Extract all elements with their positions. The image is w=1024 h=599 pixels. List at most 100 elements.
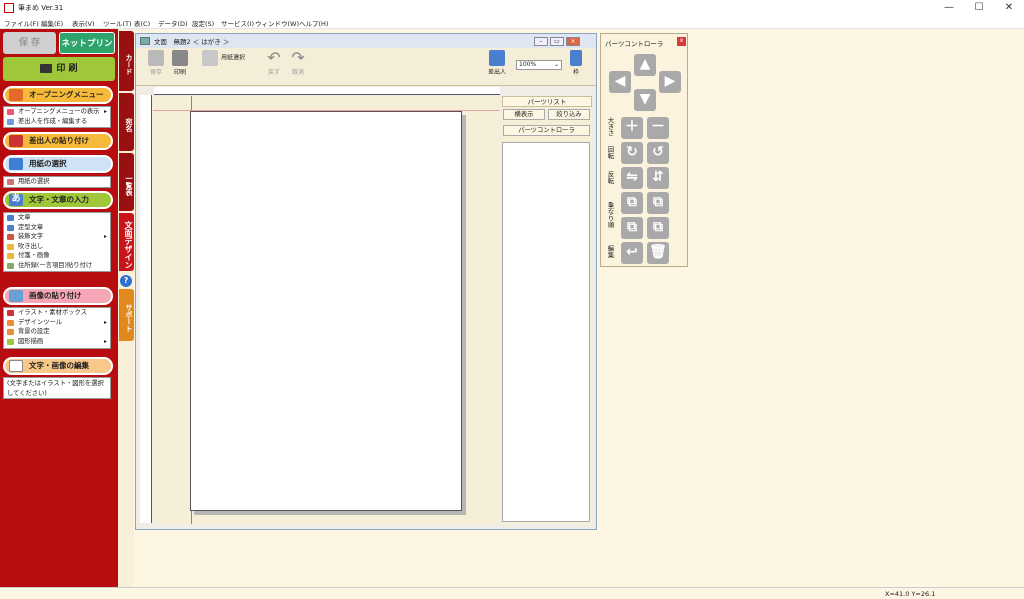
sender-section[interactable]: 差出人の貼り付け — [3, 132, 113, 150]
send-back-button[interactable]: ⧉ — [647, 217, 669, 239]
sender-label: 差出人 — [487, 69, 506, 76]
move-left-button[interactable]: ◀ — [609, 71, 631, 93]
sender-paste-icon — [9, 135, 23, 147]
list-item[interactable]: 住所録(一言項目)貼り付け — [4, 261, 110, 271]
parts-list-box[interactable] — [502, 142, 590, 522]
doc-close-button[interactable]: × — [566, 37, 580, 46]
text-section[interactable]: あ 文字・文章の入力 — [3, 191, 113, 209]
image-icon — [9, 290, 23, 302]
move-right-button[interactable]: ▶ — [659, 71, 681, 93]
list-item-label: オープニングメニューの表示 — [18, 108, 100, 115]
shrink-button[interactable]: － — [647, 117, 669, 139]
doc-print-button[interactable]: 印刷 — [170, 50, 190, 76]
doc-restore-button[interactable]: ▭ — [550, 37, 564, 46]
move-down-button[interactable]: ▼ — [634, 89, 656, 111]
show-all-button[interactable]: 横表示 — [503, 109, 545, 120]
bring-front-button[interactable]: ⧉ — [621, 192, 643, 214]
list-item-label: 差出人を作成・編集する — [18, 117, 88, 125]
list-item[interactable]: 背景の設定 — [4, 327, 110, 337]
list-item[interactable]: 差出人を作成・編集する — [4, 117, 110, 127]
paper-select-button[interactable]: 用紙選択 — [202, 50, 254, 66]
paper-section[interactable]: 用紙の選択 — [3, 155, 113, 173]
window-title: 筆まめ Ver.31 — [18, 4, 64, 12]
list-item[interactable]: 図形描画 ▸ — [4, 337, 110, 347]
rotate-ccw-button[interactable]: ↺ — [647, 142, 669, 164]
list-item[interactable]: 吹き出し — [4, 242, 110, 252]
tab-address[interactable]: 宛名 — [119, 93, 134, 151]
edit-undo-button[interactable]: ↩ — [621, 242, 643, 264]
menu-bar: ファイル(F) 編集(E) 表示(V) ツール(T) 表(C) データ(D) 設… — [0, 17, 1024, 29]
image-section-title: 画像の貼り付け — [29, 291, 82, 300]
edit-section[interactable]: 文字・画像の編集 — [3, 357, 113, 375]
list-item[interactable]: オープニングメニューの表示 ▸ — [4, 107, 110, 117]
redo-button[interactable]: ↷ 取消 — [288, 50, 308, 77]
send-backward-button[interactable]: ⧉ — [621, 217, 643, 239]
list-item-label: 用紙の選択 — [18, 178, 50, 185]
doc-save-button[interactable]: 保存 — [146, 50, 166, 76]
list-item[interactable]: デザインツール ▸ — [4, 318, 110, 328]
paper-select-label: 用紙選択 — [221, 54, 246, 62]
move-up-button[interactable]: ▲ — [634, 54, 656, 76]
edit-label: 編集 — [606, 245, 614, 258]
undo-button[interactable]: ↶ 戻す — [264, 50, 284, 77]
image-section[interactable]: 画像の貼り付け — [3, 287, 113, 305]
balloon-icon — [7, 243, 14, 250]
help-icon[interactable]: ? — [120, 275, 132, 287]
printer-icon — [40, 64, 53, 73]
bring-front-icon: ⧉ — [627, 194, 637, 210]
redo-label: 取消 — [291, 69, 304, 76]
menu-file[interactable]: ファイル(F) — [4, 18, 39, 28]
list-item[interactable]: 用紙の選択 — [4, 177, 110, 187]
delete-button[interactable]: 🗑 — [647, 242, 669, 264]
frame-label: 枠 — [572, 69, 579, 76]
minus-icon: － — [651, 119, 665, 135]
list-item-label: 付箋・画像 — [18, 252, 50, 259]
plus-icon: ＋ — [625, 119, 639, 135]
tab-support[interactable]: サポート — [119, 289, 134, 341]
list-item[interactable]: 文章 — [4, 213, 110, 223]
netprint-button[interactable]: ネットプリント — [59, 32, 115, 71]
frame-button[interactable]: 枠 — [568, 50, 584, 76]
menu-data[interactable]: データ(D) — [158, 18, 188, 28]
print-button[interactable]: 印 刷 — [3, 57, 115, 81]
flip-vertical-button[interactable]: ⇵ — [647, 167, 669, 189]
parts-controller-button[interactable]: パーツコントローラ — [503, 125, 590, 136]
menu-window[interactable]: ウィンドウ(W) — [255, 18, 299, 28]
send-backward-icon: ⧉ — [627, 219, 637, 235]
maximize-button[interactable]: ☐ — [964, 0, 994, 17]
title-bar: 筆まめ Ver.31 — ☐ ✕ — [0, 0, 1024, 17]
list-item[interactable]: イラスト・素材ボックス — [4, 308, 110, 318]
menu-settings[interactable]: 設定(S) — [192, 18, 214, 28]
palette-close-button[interactable]: x — [677, 37, 686, 46]
status-bar: X=41.0 Y=26.1 — [0, 587, 1024, 599]
bring-forward-button[interactable]: ⧉ — [647, 192, 669, 214]
postcard-page[interactable] — [190, 111, 462, 511]
menu-tools[interactable]: ツール(T) — [103, 18, 132, 28]
list-item[interactable]: 付箋・画像 — [4, 251, 110, 261]
menu-view[interactable]: 表示(V) — [72, 18, 95, 28]
list-item[interactable]: 装飾文字 ▸ — [4, 232, 110, 242]
menu-help[interactable]: ヘルプ(H) — [299, 18, 328, 28]
rotate-cw-button[interactable]: ↻ — [621, 142, 643, 164]
list-item[interactable]: 定型文章 — [4, 223, 110, 233]
menu-service[interactable]: サービス(I) — [221, 18, 254, 28]
tab-list[interactable]: 一覧表 — [119, 153, 134, 211]
flip-horizontal-button[interactable]: ⇋ — [621, 167, 643, 189]
menu-table[interactable]: 表(C) — [134, 18, 150, 28]
text-icon — [7, 215, 14, 221]
doc-minimize-button[interactable]: – — [534, 37, 548, 46]
enlarge-button[interactable]: ＋ — [621, 117, 643, 139]
menu-edit[interactable]: 編集(E) — [41, 18, 63, 28]
tab-design[interactable]: 文面デザイン — [119, 213, 134, 271]
save-button[interactable]: 保 存 — [3, 32, 56, 54]
zoom-select[interactable]: 100% ⌄ — [516, 60, 562, 70]
minimize-button[interactable]: — — [934, 0, 964, 17]
list-item-label: イラスト・素材ボックス — [18, 309, 87, 316]
list-item-label: 背景の設定 — [18, 328, 50, 335]
close-button[interactable]: ✕ — [994, 0, 1024, 17]
filter-button[interactable]: 絞り込み — [548, 109, 590, 120]
parts-controller-palette: パーツコントローラ x ▲ ◀ ▶ ▼ 大きさ ＋ － 回転 ↻ ↺ 反転 ⇋ … — [600, 33, 688, 267]
tab-card[interactable]: カード — [119, 31, 134, 91]
sender-button[interactable]: 差出人 — [484, 50, 510, 76]
opening-menu-section[interactable]: オープニングメニュー — [3, 86, 113, 104]
